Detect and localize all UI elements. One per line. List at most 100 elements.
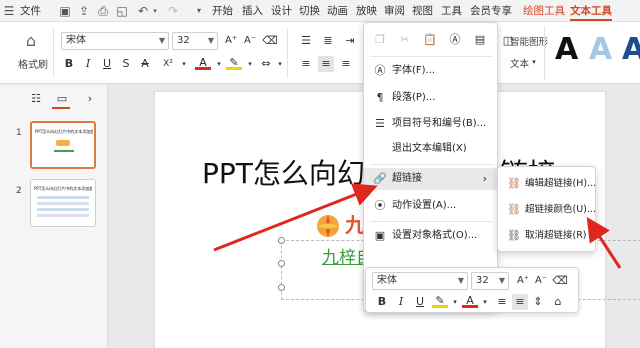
font-size-value: 32 <box>177 35 190 46</box>
menu-item-exit-edit[interactable]: 退出文本编辑(X) <box>364 138 497 160</box>
align-left-icon[interactable]: ≡ <box>494 294 510 310</box>
italic-icon[interactable]: I <box>80 56 96 72</box>
font-color-icon[interactable]: A <box>195 55 211 70</box>
paste-format-icon[interactable]: ▤ <box>473 33 487 47</box>
undo-dropdown-icon[interactable]: ▾ <box>148 4 162 18</box>
bold-icon[interactable]: B <box>374 294 390 310</box>
chevron-down-icon[interactable]: ▾ <box>242 56 258 72</box>
menu-tools[interactable]: 工具 <box>441 0 462 22</box>
chevron-down-icon: ▼ <box>207 36 214 45</box>
print-icon[interactable]: ⎙ <box>96 4 110 18</box>
align-center-icon[interactable]: ≡ <box>318 56 334 72</box>
chevron-down-icon[interactable]: ▾ <box>272 56 288 72</box>
italic-icon[interactable]: I <box>393 294 409 310</box>
decrease-font-icon[interactable]: A⁻ <box>533 273 549 289</box>
wordart-style-black[interactable]: A <box>555 32 578 68</box>
underline-icon[interactable]: U <box>99 56 115 72</box>
paste-icon[interactable]: 📋 <box>423 33 437 47</box>
menu-insert[interactable]: 插入 <box>242 0 263 22</box>
slide-title-left[interactable]: PPT怎么向幻 <box>202 157 365 191</box>
action-icon: ⦿ <box>374 199 386 212</box>
menu-item-label: 超链接 <box>392 173 422 184</box>
paste-text-icon[interactable]: Ⓐ <box>448 33 462 47</box>
menu-transition[interactable]: 切换 <box>299 0 320 22</box>
align-center-icon[interactable]: ≡ <box>512 294 528 310</box>
menu-animation[interactable]: 动画 <box>327 0 348 22</box>
align-right-icon[interactable]: ≡ <box>338 56 354 72</box>
chevron-down-icon[interactable]: ▾ <box>211 56 227 72</box>
chevron-down-icon[interactable]: ▾ <box>447 294 463 310</box>
format-painter-icon[interactable]: ⌂ <box>550 294 566 310</box>
redo-icon[interactable]: ↷ <box>166 4 180 18</box>
menu-item-bullets[interactable]: ☰ 项目符号和编号(B)... <box>364 113 497 135</box>
clear-format-icon[interactable]: ⌫ <box>552 273 568 289</box>
mini-font-name-select[interactable]: 宋体 ▼ <box>372 272 468 290</box>
bold-icon[interactable]: B <box>61 56 77 72</box>
menu-item-edit-hyperlink[interactable]: ⛓ 编辑超链接(H)... <box>498 173 596 195</box>
format-painter-label[interactable]: 格式刷 <box>18 56 48 71</box>
font-color-icon[interactable]: A <box>462 293 478 308</box>
format-painter-icon[interactable]: ⌂ <box>22 32 40 50</box>
menu-view[interactable]: 视图 <box>412 0 433 22</box>
indent-icon[interactable]: ⇥ <box>342 33 358 49</box>
chevron-down-icon[interactable]: ▾ <box>176 56 192 72</box>
highlight-icon[interactable]: ✎ <box>432 293 448 308</box>
decrease-font-icon[interactable]: A⁻ <box>242 33 258 49</box>
thumb-table-row <box>37 214 89 217</box>
export-icon[interactable]: ⇪ <box>77 4 91 18</box>
slide-thumbnail-1[interactable]: PPT怎么向幻灯片中的文本添加超链接 <box>30 121 96 169</box>
increase-font-icon[interactable]: A⁺ <box>223 33 239 49</box>
hamburger-icon[interactable]: ☰ <box>2 4 16 18</box>
mini-font-size-value: 32 <box>476 275 489 286</box>
menu-item-remove-hyperlink[interactable]: ⛓ 取消超链接(R) <box>498 225 595 247</box>
clear-format-icon[interactable]: ⌫ <box>262 33 278 49</box>
superscript-icon[interactable]: X² <box>160 56 176 72</box>
chevron-down-icon[interactable]: ▾ <box>526 54 542 70</box>
menu-text-tools[interactable]: 文本工具 <box>570 0 612 22</box>
bullet-list-icon[interactable]: ☰ <box>298 33 314 49</box>
chevron-down-icon[interactable]: ▾ <box>477 294 493 310</box>
resize-handle[interactable] <box>278 237 285 244</box>
menu-design[interactable]: 设计 <box>271 0 292 22</box>
menu-review[interactable]: 审阅 <box>384 0 405 22</box>
line-spacing-icon[interactable]: ⇕ <box>530 294 546 310</box>
menu-drawing-tools[interactable]: 绘图工具 <box>523 0 565 22</box>
more-icon[interactable]: ▾ <box>192 4 206 18</box>
menu-member[interactable]: 会员专享 <box>470 0 512 22</box>
wordart-style-darkblue[interactable]: A <box>622 32 640 68</box>
menu-slideshow[interactable]: 放映 <box>356 0 377 22</box>
strikethrough-icon[interactable]: A <box>137 56 153 72</box>
menu-home[interactable]: 开始 <box>212 0 233 22</box>
menu-item-format-object[interactable]: ▣ 设置对象格式(O)... <box>364 225 497 247</box>
font-size-select[interactable]: 32 ▼ <box>172 32 218 50</box>
mini-font-size-select[interactable]: 32 ▼ <box>471 272 509 290</box>
slide-thumbnail-2[interactable]: PPT怎么向幻灯片中的文本添加超链接 <box>30 179 96 227</box>
menu-item-font[interactable]: Ⓐ 字体(F)... <box>364 60 497 82</box>
underline-icon[interactable]: U <box>412 294 428 310</box>
resize-handle[interactable] <box>278 260 285 267</box>
align-left-icon[interactable]: ≡ <box>298 56 314 72</box>
chevron-down-icon: ▼ <box>158 36 165 45</box>
preview-icon[interactable]: ◱ <box>115 4 129 18</box>
resize-handle[interactable] <box>278 284 285 291</box>
highlight-icon[interactable]: ✎ <box>226 55 242 70</box>
menu-item-hyperlink-color[interactable]: ⛓ 超链接颜色(U)... <box>498 199 596 221</box>
increase-font-icon[interactable]: A⁺ <box>515 273 531 289</box>
menu-item-paragraph[interactable]: ¶ 段落(P)... <box>364 87 497 109</box>
save-icon[interactable]: ▣ <box>58 4 72 18</box>
chevron-right-icon[interactable]: › <box>82 91 98 107</box>
slide-view-icon[interactable]: ▭ <box>54 91 70 107</box>
numbered-list-icon[interactable]: ≣ <box>320 33 336 49</box>
thumb-table-row <box>37 202 89 205</box>
copy-icon[interactable]: ❐ <box>373 33 387 47</box>
menu-item-hyperlink[interactable]: 🔗 超链接 › <box>364 168 497 190</box>
shadow-icon[interactable]: S <box>118 56 134 72</box>
thumb-title: PPT怎么向幻灯片中的文本添加超链接 <box>35 129 93 134</box>
wordart-style-lightblue[interactable]: A <box>589 32 612 68</box>
smart-shape-label[interactable]: 智能图形 <box>510 34 548 48</box>
menu-file[interactable]: 文件 <box>20 0 41 22</box>
menu-item-action[interactable]: ⦿ 动作设置(A)... <box>364 195 497 217</box>
font-name-select[interactable]: 宋体 ▼ <box>61 32 169 50</box>
outline-view-icon[interactable]: ☷ <box>28 91 44 107</box>
cut-icon[interactable]: ✂ <box>398 33 412 47</box>
